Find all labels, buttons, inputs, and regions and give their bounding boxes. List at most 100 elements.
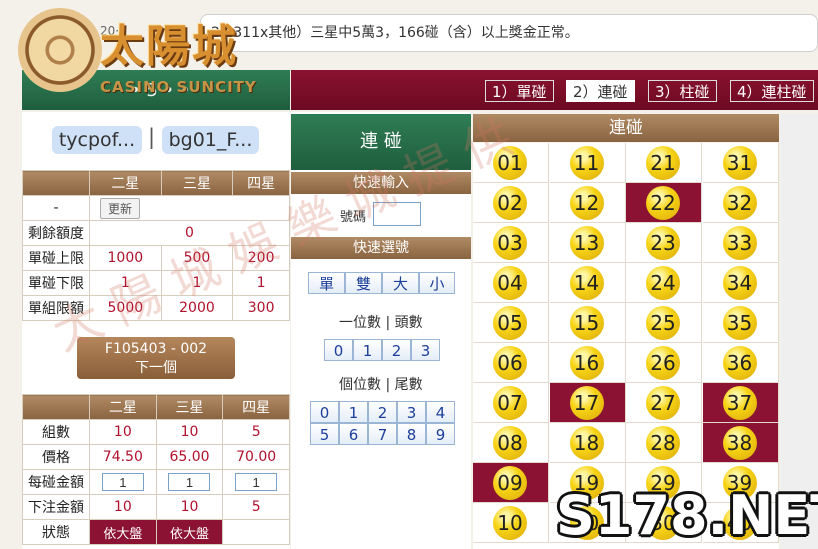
number-cell-13[interactable]: 13 — [549, 223, 626, 263]
tab-single[interactable]: 1）單碰 — [485, 80, 554, 102]
units-button-3[interactable]: 3 — [397, 401, 426, 423]
number-cell-15[interactable]: 15 — [549, 303, 626, 343]
number-cell-31[interactable]: 31 — [702, 143, 779, 183]
units-button-7[interactable]: 7 — [368, 423, 397, 445]
tab-consecutive[interactable]: 2）連碰 — [566, 80, 635, 102]
mode-title: 連 碰 — [291, 114, 471, 170]
units-button-6[interactable]: 6 — [339, 423, 368, 445]
number-ball: 36 — [722, 346, 757, 380]
tens-button-1[interactable]: 1 — [353, 339, 382, 361]
even-button[interactable]: 雙 — [345, 272, 382, 294]
amount-input-4star[interactable] — [235, 473, 278, 491]
site-watermark: S178.NET — [556, 484, 818, 547]
sun-emblem-icon — [18, 8, 102, 92]
number-cell-11[interactable]: 11 — [549, 143, 626, 183]
amount-cell-4star — [222, 469, 290, 495]
tens-button-2[interactable]: 2 — [382, 339, 411, 361]
refresh-button[interactable]: 更新 — [100, 197, 141, 219]
number-cell-34[interactable]: 34 — [702, 263, 779, 303]
number-cell-36[interactable]: 36 — [702, 343, 779, 383]
number-cell-10[interactable]: 10 — [473, 503, 549, 543]
number-cell-28[interactable]: 28 — [626, 423, 702, 463]
order-header-2star: 二星 — [89, 394, 157, 420]
number-cell-03[interactable]: 03 — [473, 223, 549, 263]
number-ball: 18 — [569, 426, 604, 460]
number-cell-17[interactable]: 17 — [549, 383, 626, 423]
parity-button-group: 單 雙 大 小 — [308, 272, 455, 294]
order-header-3star: 三星 — [155, 394, 224, 420]
number-cell-05[interactable]: 05 — [473, 303, 549, 343]
table-row: 組數 10 10 5 — [22, 419, 290, 445]
amount-input-2star[interactable] — [101, 473, 144, 491]
number-cell-23[interactable]: 23 — [626, 223, 702, 263]
order-table: 二星 三星 四星 組數 10 10 5 價格 74.50 65.00 70.00… — [22, 394, 290, 545]
account-chip-2[interactable]: bg01_F... — [162, 126, 259, 154]
number-ball: 37 — [722, 386, 757, 420]
status-badge-3star: 依大盤 — [155, 519, 224, 545]
number-cell-35[interactable]: 35 — [702, 303, 779, 343]
tab-column[interactable]: 3）柱碰 — [648, 80, 717, 102]
number-cell-01[interactable]: 01 — [473, 143, 549, 183]
odd-button[interactable]: 單 — [308, 272, 345, 294]
account-chip-1[interactable]: tycpof... — [52, 126, 142, 154]
units-button-9[interactable]: 9 — [426, 423, 455, 445]
units-button-4[interactable]: 4 — [426, 401, 455, 423]
number-cell-06[interactable]: 06 — [473, 343, 549, 383]
lower-limit-3star: 1 — [160, 270, 234, 296]
number-cell-38[interactable]: 38 — [702, 423, 779, 463]
next-label: 下一個 — [135, 360, 177, 376]
order-header-blank — [22, 394, 90, 420]
number-ball: 09 — [493, 466, 527, 500]
number-input[interactable] — [373, 202, 421, 226]
big-button[interactable]: 大 — [382, 272, 419, 294]
number-cell-27[interactable]: 27 — [626, 383, 702, 423]
units-button-5[interactable]: 5 — [310, 423, 339, 445]
number-cell-22[interactable]: 22 — [626, 183, 702, 223]
tens-button-0[interactable]: 0 — [324, 339, 353, 361]
bet-amount-3star: 10 — [155, 494, 224, 520]
number-ball: 17 — [569, 386, 604, 420]
amount-input-3star[interactable] — [168, 473, 211, 491]
number-cell-32[interactable]: 32 — [702, 183, 779, 223]
number-ball: 33 — [722, 226, 757, 260]
casino-logo[interactable]: 太陽城 CASINO SUNCITY — [14, 4, 280, 100]
number-cell-07[interactable]: 07 — [473, 383, 549, 423]
number-cell-04[interactable]: 04 — [473, 263, 549, 303]
number-cell-33[interactable]: 33 — [702, 223, 779, 263]
tens-button-3[interactable]: 3 — [411, 339, 440, 361]
number-cell-26[interactable]: 26 — [626, 343, 702, 383]
next-button[interactable]: F105403 - 002 下一個 — [77, 337, 235, 379]
announcement-marquee: 2·2311x其他）三星中5萬3，166碰（含）以上獎金正常。 — [200, 14, 818, 52]
number-ball: 05 — [493, 306, 527, 340]
units-button-8[interactable]: 8 — [397, 423, 426, 445]
number-cell-02[interactable]: 02 — [473, 183, 549, 223]
units-button-0[interactable]: 0 — [310, 401, 339, 423]
tens-digit-label: 一位數 | 頭數 — [339, 315, 423, 331]
limits-header-2star: 二星 — [89, 170, 162, 196]
number-ball: 16 — [569, 346, 604, 380]
number-cell-08[interactable]: 08 — [473, 423, 549, 463]
number-cell-25[interactable]: 25 — [626, 303, 702, 343]
price-label: 價格 — [22, 444, 90, 470]
limits-table: 二星 三星 四星 - 更新 剩餘額度 0 單碰上限 1000 500 200 單… — [22, 170, 290, 321]
refresh-cell: 更新 — [89, 195, 290, 221]
number-cell-12[interactable]: 12 — [549, 183, 626, 223]
number-cell-21[interactable]: 21 — [626, 143, 702, 183]
units-button-1[interactable]: 1 — [339, 401, 368, 423]
small-button[interactable]: 小 — [419, 272, 455, 294]
status-label: 狀態 — [22, 519, 90, 545]
number-ball: 06 — [493, 346, 527, 380]
table-row: 價格 74.50 65.00 70.00 — [22, 444, 290, 470]
number-cell-09[interactable]: 09 — [473, 463, 549, 503]
number-ball: 28 — [646, 426, 680, 460]
number-cell-16[interactable]: 16 — [549, 343, 626, 383]
upper-limit-3star: 500 — [160, 245, 234, 271]
number-cell-14[interactable]: 14 — [549, 263, 626, 303]
number-cell-18[interactable]: 18 — [549, 423, 626, 463]
order-header-row: 二星 三星 四星 — [22, 394, 290, 420]
tab-consecutive-column[interactable]: 4）連柱碰 — [730, 80, 814, 102]
upper-limit-label: 單碰上限 — [22, 245, 90, 271]
number-cell-24[interactable]: 24 — [626, 263, 702, 303]
units-button-2[interactable]: 2 — [368, 401, 397, 423]
number-cell-37[interactable]: 37 — [702, 383, 779, 423]
